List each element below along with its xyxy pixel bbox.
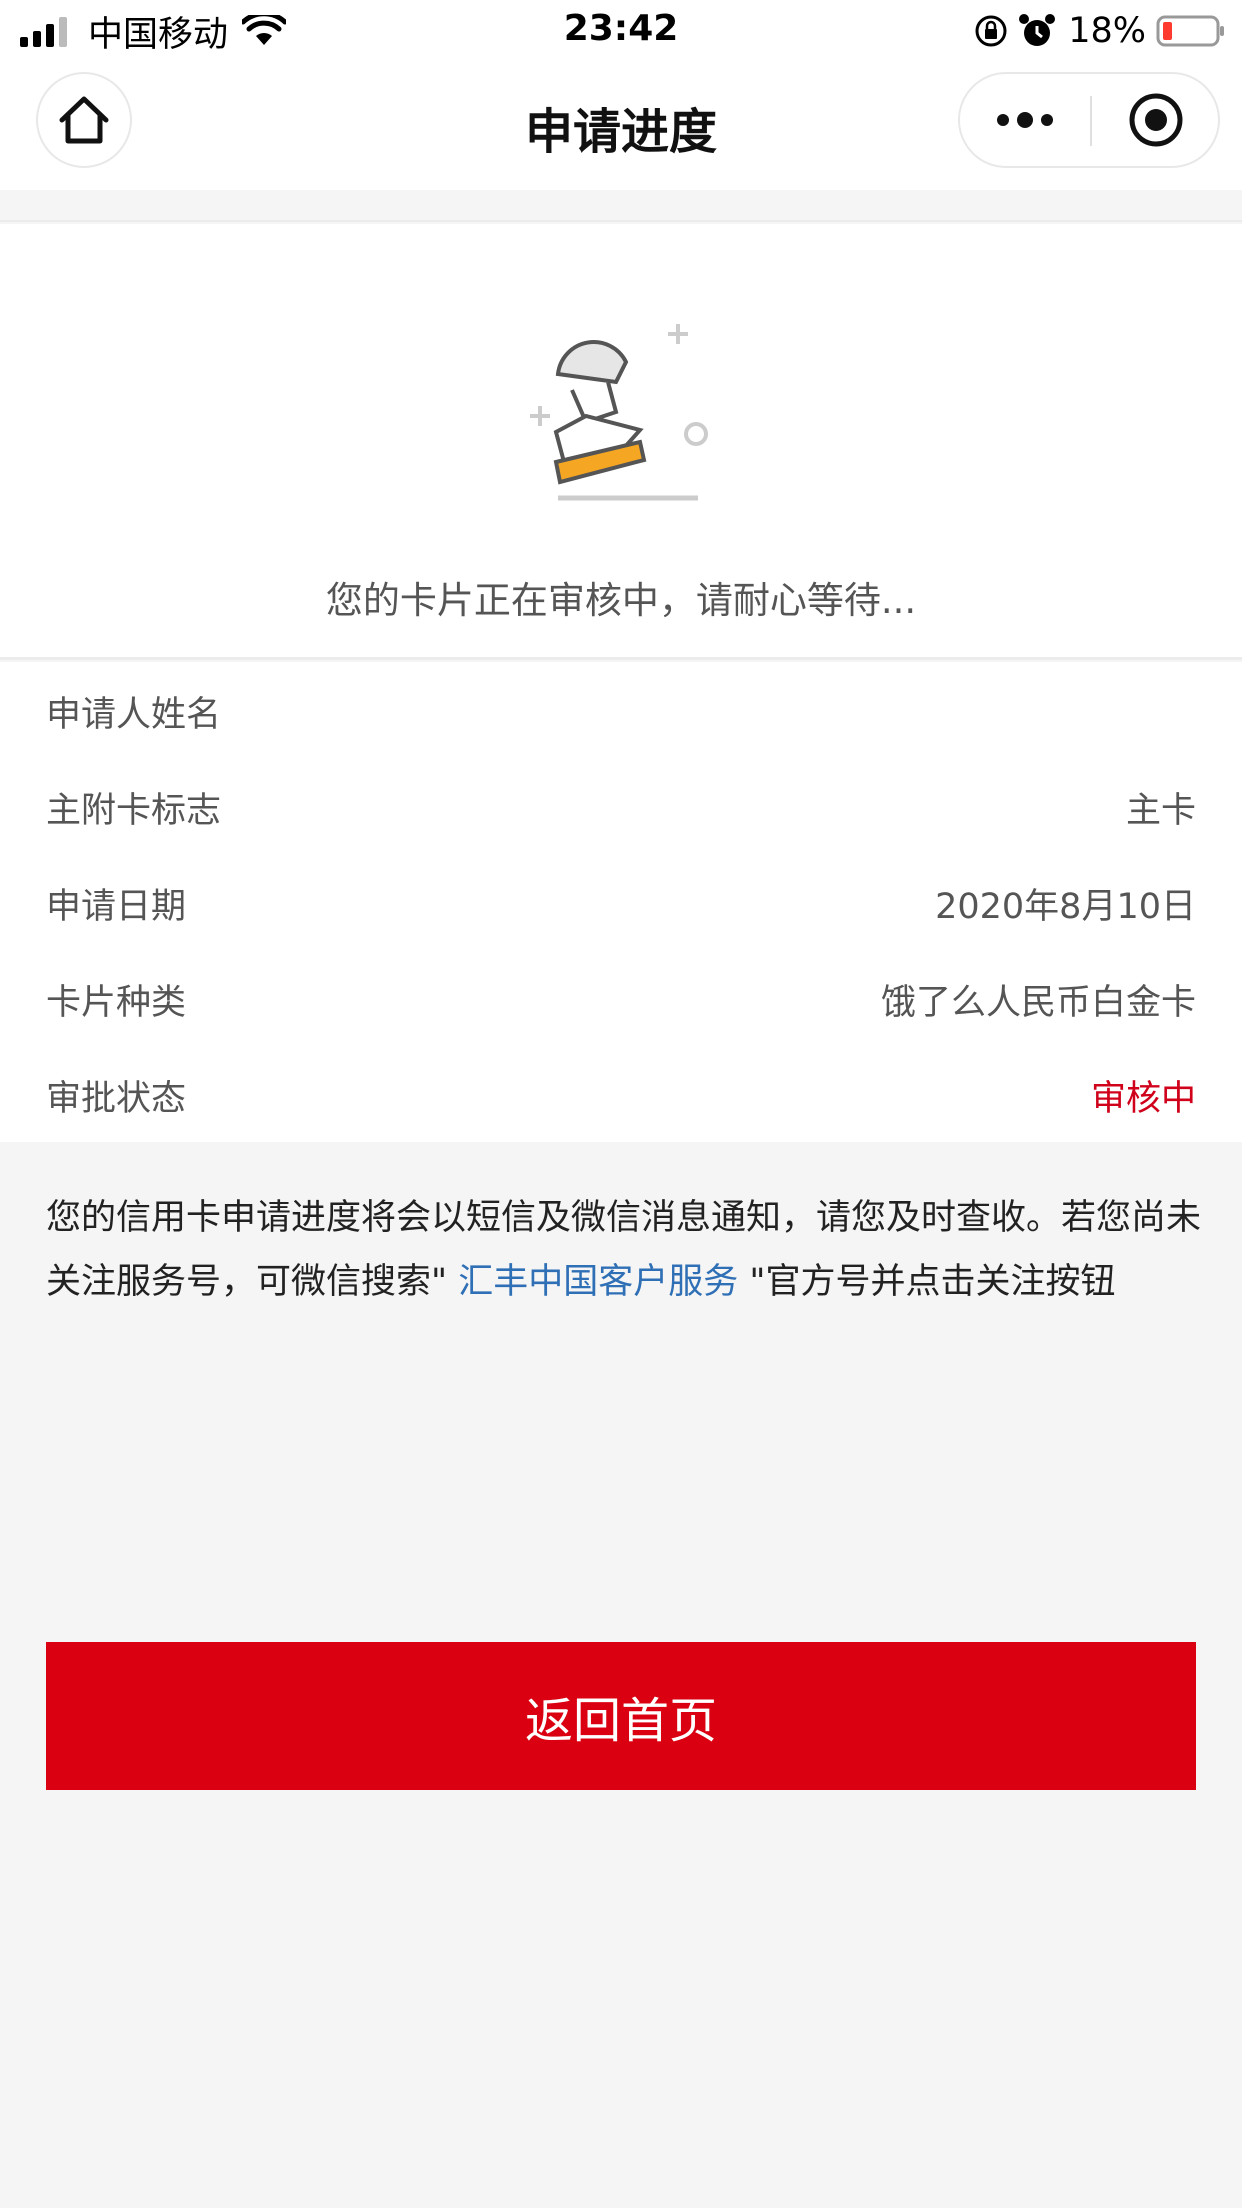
card-flag-value: 主卡 — [1125, 791, 1196, 831]
apply-date-label: 申请日期 — [46, 887, 187, 927]
battery-icon — [1156, 15, 1224, 47]
service-account-link[interactable]: 汇丰中国客户服务 — [458, 1262, 738, 1302]
alarm-icon — [1019, 14, 1056, 46]
section-gap — [0, 190, 1242, 222]
applicant-name-label: 申请人姓名 — [46, 695, 222, 735]
more-dots-icon — [997, 112, 1053, 128]
status-card: 您的卡片正在审核中，请耐心等待... — [0, 224, 1242, 660]
status-bar-right: 18% — [974, 10, 1226, 52]
info-row-apply-date: 申请日期 2020年8月10日 — [0, 854, 1242, 950]
info-row-approval-status: 审批状态 审核中 — [0, 1046, 1242, 1142]
card-type-label: 卡片种类 — [46, 983, 187, 1023]
notice-text-after: "官方号并点击关注按钮 — [738, 1262, 1116, 1302]
close-button[interactable] — [1092, 74, 1220, 166]
card-type-value: 饿了么人民币白金卡 — [880, 983, 1196, 1023]
stamp-icon — [530, 324, 708, 501]
target-close-icon — [1129, 93, 1183, 147]
info-row-card-type: 卡片种类 饿了么人民币白金卡 — [0, 950, 1242, 1046]
status-message: 您的卡片正在审核中，请耐心等待... — [325, 579, 917, 622]
nav-bar: 申请进度 — [0, 62, 1242, 190]
apply-date-value: 2020年8月10日 — [935, 887, 1196, 927]
application-info: 申请人姓名 主附卡标志 主卡 申请日期 2020年8月10日 卡片种类 饿了么人… — [0, 662, 1242, 1142]
approval-status-label: 审批状态 — [46, 1079, 187, 1119]
return-home-button[interactable]: 返回首页 — [46, 1642, 1196, 1790]
card-flag-label: 主附卡标志 — [46, 791, 222, 831]
battery-percent: 18% — [1068, 11, 1146, 51]
status-bar: 中国移动 23:42 18% — [0, 0, 1242, 62]
notice-text: 您的信用卡申请进度将会以短信及微信消息通知，请您及时查收。若您尚未关注服务号，可… — [46, 1186, 1206, 1314]
info-row-applicant-name: 申请人姓名 — [0, 662, 1242, 758]
more-button[interactable] — [960, 74, 1090, 166]
info-row-card-flag: 主附卡标志 主卡 — [0, 758, 1242, 854]
approval-status-value: 审核中 — [1090, 1079, 1196, 1119]
rotation-lock-icon — [975, 15, 1007, 47]
mini-program-capsule — [958, 72, 1220, 168]
